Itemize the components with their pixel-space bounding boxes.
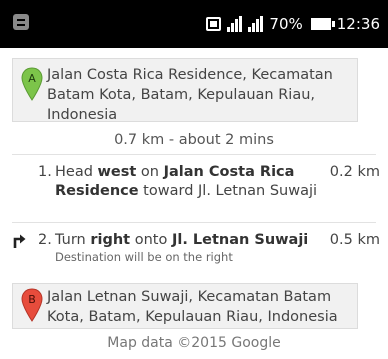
signal-icon-2 [248, 16, 264, 32]
step-number: 1. [38, 164, 52, 180]
step-instruction: Head west on Jalan Costa Rica Residence … [55, 164, 318, 199]
status-icons: 70% 12:36 [206, 13, 380, 35]
dual-sim-icon [206, 17, 222, 31]
turn-right-icon [13, 234, 26, 248]
step-distance: 0.2 km [329, 164, 380, 180]
destination-address: Jalan Letnan Suwaji, Kecamatan Batam Kot… [47, 289, 338, 325]
direction-step-1[interactable]: 1. Head west on Jalan Costa Rica Residen… [12, 163, 384, 219]
notification-icon [13, 14, 29, 30]
signal-icon [227, 16, 243, 32]
step-distance: 0.5 km [329, 232, 380, 248]
battery-percent: 70% [269, 15, 303, 33]
svg-text:B: B [28, 293, 36, 306]
marker-a-icon: A [21, 67, 43, 101]
direction-step-2[interactable]: 2. Turn right onto Jl. Letnan Suwaji Dest… [12, 231, 384, 271]
step-number: 2. [38, 232, 52, 248]
status-bar: 70% 12:36 [0, 0, 388, 48]
origin-card[interactable]: A Jalan Costa Rica Residence, Kecamatan … [12, 58, 358, 123]
step-note: Destination will be on the right [55, 250, 233, 264]
clock: 12:36 [336, 15, 380, 33]
route-summary: 0.7 km - about 2 mins [114, 132, 274, 148]
divider [12, 222, 376, 223]
map-attribution: Map data ©2015 Google [107, 335, 281, 351]
origin-address: Jalan Costa Rica Residence, Kecamatan Ba… [47, 67, 333, 123]
svg-text:A: A [28, 72, 36, 85]
marker-b-icon: B [21, 288, 43, 322]
battery-icon [310, 18, 335, 30]
destination-card[interactable]: B Jalan Letnan Suwaji, Kecamatan Batam K… [12, 283, 358, 329]
divider [12, 154, 376, 155]
step-instruction: Turn right onto Jl. Letnan Suwaji Destina… [55, 231, 323, 264]
